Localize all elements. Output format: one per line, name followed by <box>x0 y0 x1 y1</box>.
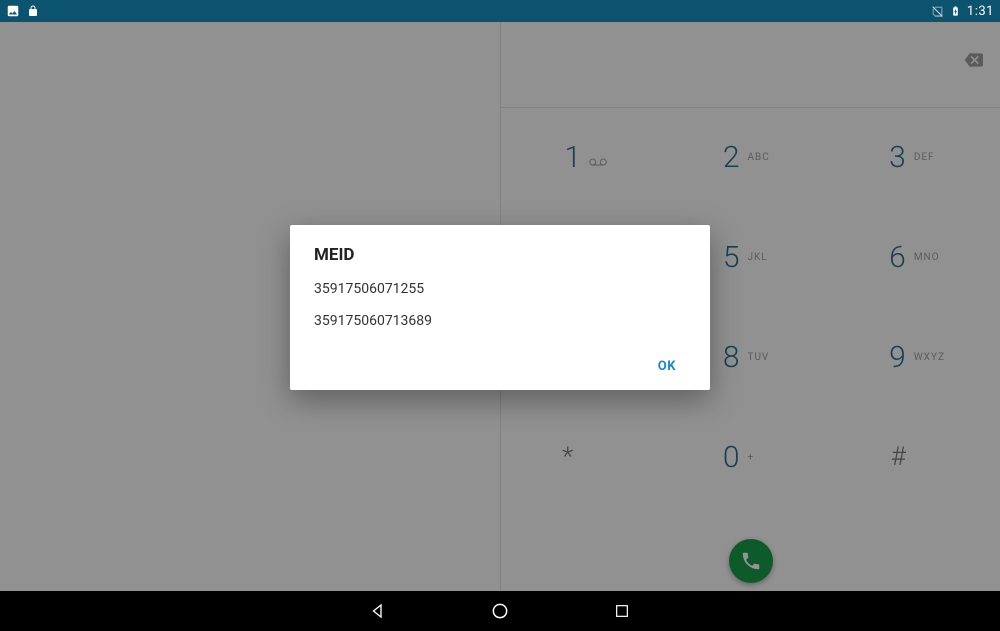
status-bar: 1:31 <box>0 0 1000 22</box>
status-clock: 1:31 <box>967 4 994 19</box>
dialog-ok-button[interactable]: OK <box>648 351 686 382</box>
nav-recents-button[interactable] <box>611 600 633 622</box>
meid-dialog: MEID 35917506071255 359175060713689 OK <box>290 225 710 390</box>
screenshot-icon <box>6 4 20 18</box>
nav-home-button[interactable] <box>489 600 511 622</box>
meid-value-1: 35917506071255 <box>314 281 686 297</box>
navigation-bar <box>0 591 1000 631</box>
lock-icon <box>26 4 40 18</box>
no-sim-icon <box>931 4 945 18</box>
dialog-title: MEID <box>314 245 686 265</box>
meid-value-2: 359175060713689 <box>314 313 686 329</box>
nav-back-button[interactable] <box>367 600 389 622</box>
battery-charging-icon <box>949 4 963 18</box>
